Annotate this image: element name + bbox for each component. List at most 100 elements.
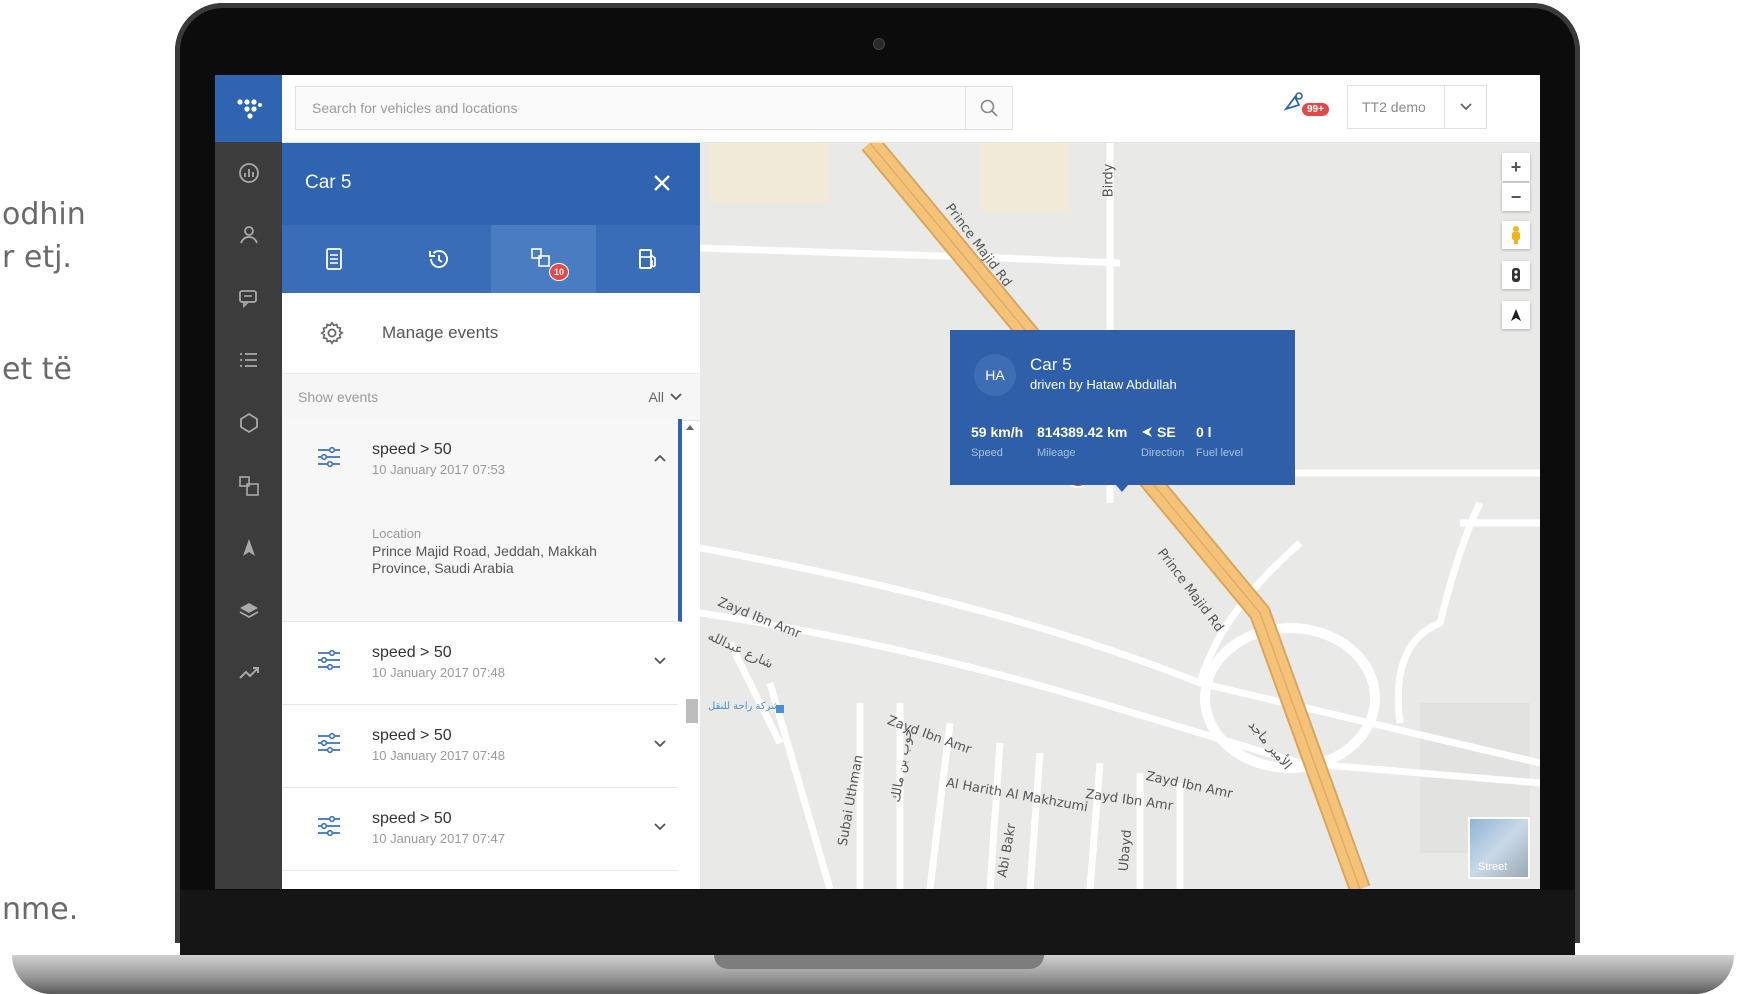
direction-arrow-icon	[1142, 427, 1152, 437]
pegman-icon	[1512, 226, 1520, 244]
event-time: 10 January 2017 07:47	[372, 831, 505, 846]
account-selector[interactable]: TT2 demo	[1347, 85, 1487, 129]
rail-layers[interactable]	[215, 586, 282, 636]
dashboard-icon	[238, 163, 259, 183]
rail-drivers[interactable]	[215, 210, 282, 260]
stat-fuel: 0 l Fuel level	[1196, 424, 1243, 459]
manage-events-label: Manage events	[382, 323, 499, 342]
poi-label: شركة راحة للنقل	[708, 701, 780, 712]
rail-navigation[interactable]	[215, 523, 282, 573]
rail-geofences[interactable]	[215, 398, 282, 448]
account-label: TT2 demo	[1362, 99, 1426, 115]
panel-header: Car 5	[282, 143, 700, 225]
traffic-button[interactable]	[1502, 261, 1530, 289]
chevron-down-icon	[670, 393, 700, 401]
notifications-button[interactable]: 99+	[1282, 91, 1330, 125]
stat-speed: 59 km/h Speed	[971, 424, 1023, 459]
laptop-chin	[180, 890, 1575, 955]
laptop-camera	[873, 38, 885, 50]
event-location: Prince Majid Road, Jeddah, Makkah Provin…	[372, 543, 597, 576]
geofence-icon	[239, 412, 258, 434]
tab-history[interactable]	[387, 225, 492, 293]
scroll-up-arrow[interactable]	[686, 425, 694, 430]
scroll-thumb[interactable]	[686, 699, 698, 723]
event-time: 10 January 2017 07:48	[372, 748, 505, 763]
chevron-down-icon[interactable]	[1444, 86, 1486, 128]
event-item[interactable]: speed > 50 10 January 2017 07:47	[282, 788, 678, 871]
north-button[interactable]	[1502, 301, 1530, 329]
events-icon	[238, 476, 259, 496]
mileage-label: Mileage	[1037, 447, 1076, 459]
search-input[interactable]	[296, 87, 968, 129]
traffic-icon	[1512, 268, 1520, 282]
direction-value: SE	[1157, 424, 1176, 440]
map-canvas	[700, 143, 1540, 889]
close-button[interactable]	[648, 169, 676, 197]
vehicle-panel: Car 5 10 Manage events Show events All s…	[282, 143, 701, 889]
search-box	[295, 86, 1013, 130]
navigation-icon	[1511, 309, 1521, 321]
street-view-thumbnail[interactable]: Street	[1468, 817, 1530, 879]
panel-title: Car 5	[305, 172, 352, 193]
events-filter[interactable]: Show events All	[282, 374, 700, 421]
search-icon	[980, 99, 998, 117]
stat-direction: SE Direction	[1141, 424, 1184, 459]
notification-badge: 99+	[1302, 103, 1329, 116]
map-view[interactable]: Prince Majid Rd Prince Majid Rd Birdy Za…	[700, 143, 1540, 889]
search-button[interactable]	[965, 87, 1012, 129]
speed-value: 59 km/h	[971, 424, 1024, 440]
background-text-3: et të	[2, 352, 72, 387]
event-item-expanded[interactable]: speed > 50 10 January 2017 07:53 Locatio…	[282, 419, 682, 622]
filter-label: Show events	[298, 389, 379, 405]
events-scrollbar[interactable]	[684, 419, 698, 889]
speed-label: Speed	[971, 447, 1003, 459]
background-text-4: nme.	[2, 892, 79, 927]
event-item[interactable]: speed > 50 10 January 2017 07:48	[282, 622, 678, 705]
fuel-value: 0 l	[1196, 424, 1212, 440]
history-icon	[428, 250, 448, 268]
chevron-down-icon[interactable]	[654, 818, 666, 836]
event-item[interactable]: speed > 50 10 January 2017 07:48	[282, 705, 678, 788]
app-logo[interactable]	[215, 75, 282, 142]
rail-reports[interactable]	[215, 648, 282, 698]
rail-list[interactable]	[215, 335, 282, 385]
tab-details[interactable]	[282, 225, 387, 293]
event-location-label: Location	[372, 526, 422, 541]
event-title: speed > 50	[372, 441, 452, 458]
layers-icon	[239, 603, 258, 619]
vehicle-popup: HA Car 5 driven by Hataw Abdullah 59 km/…	[950, 330, 1295, 492]
fuel-icon	[638, 249, 656, 269]
fuel-label: Fuel level	[1196, 447, 1244, 459]
manage-events-row[interactable]: Manage events	[282, 293, 700, 374]
chevron-down-icon[interactable]	[654, 652, 666, 670]
gear-icon	[282, 320, 382, 346]
messages-icon	[238, 290, 257, 309]
background-text-1: odhin	[2, 197, 86, 232]
direction-row: SE	[1141, 424, 1184, 440]
chevron-down-icon[interactable]	[654, 735, 666, 753]
pegman-button[interactable]	[1502, 221, 1530, 249]
document-icon	[326, 248, 343, 270]
tab-events[interactable]: 10	[491, 225, 596, 293]
popup-tail	[1116, 485, 1128, 492]
tab-fuel[interactable]	[596, 225, 701, 293]
sliders-icon	[316, 445, 342, 474]
events-badge: 10	[549, 263, 569, 281]
street-label-birdy: Birdy	[1101, 163, 1117, 198]
event-title: speed > 50	[372, 727, 452, 744]
sliders-icon	[316, 731, 342, 760]
reports-icon	[238, 667, 259, 679]
background-text-2: r etj.	[2, 240, 72, 275]
events-list: speed > 50 10 January 2017 07:53 Locatio…	[282, 419, 700, 889]
panel-tabs: 10	[282, 225, 700, 293]
nav-rail	[215, 75, 282, 889]
event-title: speed > 50	[372, 644, 452, 661]
chevron-up-icon[interactable]	[654, 449, 666, 467]
zoom-out-button[interactable]: −	[1502, 183, 1530, 211]
event-time: 10 January 2017 07:53	[372, 462, 505, 477]
rail-events[interactable]	[215, 461, 282, 511]
rail-messages[interactable]	[215, 273, 282, 323]
zoom-in-button[interactable]: +	[1502, 153, 1530, 181]
rail-dashboard[interactable]	[215, 148, 282, 198]
logo-icon	[236, 98, 262, 119]
